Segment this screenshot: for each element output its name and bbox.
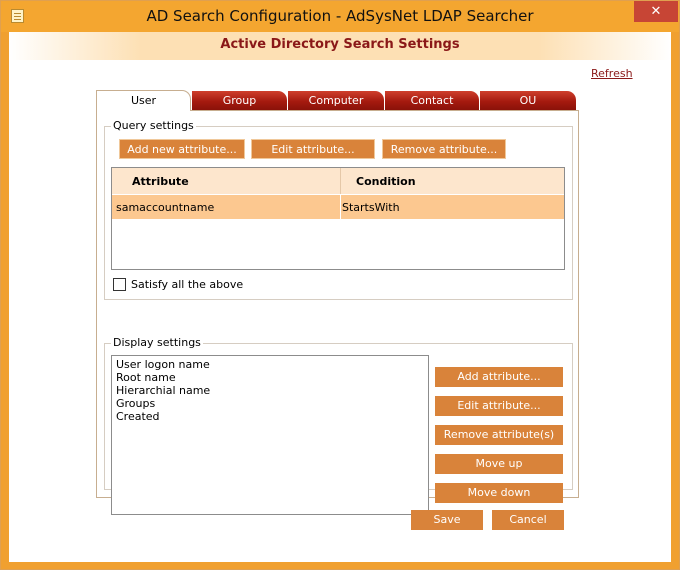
move-down-button[interactable]: Move down xyxy=(435,483,563,503)
list-item[interactable]: Created xyxy=(116,410,160,423)
display-attributes-list[interactable]: User logon name Root name Hierarchial na… xyxy=(111,355,429,515)
edit-attribute-button[interactable]: Edit attribute... xyxy=(251,139,375,159)
list-item[interactable]: Groups xyxy=(116,397,155,410)
query-attributes-grid[interactable]: Attribute Condition samaccountname Start… xyxy=(111,167,565,270)
column-header-condition[interactable]: Condition xyxy=(356,175,416,188)
tab-panel-user: Query settings Add new attribute... Edit… xyxy=(96,110,579,515)
query-settings-label: Query settings xyxy=(111,119,196,132)
cell-attribute: samaccountname xyxy=(116,201,215,214)
close-icon: ✕ xyxy=(650,4,662,19)
satisfy-all-label[interactable]: Satisfy all the above xyxy=(131,278,243,291)
settings-banner: Active Directory Search Settings xyxy=(9,32,671,60)
table-row[interactable]: samaccountname StartsWith xyxy=(112,195,564,219)
tab-user[interactable]: User xyxy=(96,90,191,111)
list-item[interactable]: User logon name xyxy=(116,358,210,371)
display-settings-group: Display settings User logon name Root na… xyxy=(104,336,573,515)
column-header-attribute[interactable]: Attribute xyxy=(132,175,189,188)
query-settings-group: Query settings Add new attribute... Edit… xyxy=(104,119,573,300)
dialog-window: AD Search Configuration - AdSysNet LDAP … xyxy=(0,0,680,570)
add-new-attribute-button[interactable]: Add new attribute... xyxy=(119,139,245,159)
tab-group[interactable]: Group xyxy=(192,91,287,110)
list-item[interactable]: Root name xyxy=(116,371,176,384)
title-bar[interactable]: AD Search Configuration - AdSysNet LDAP … xyxy=(1,1,679,32)
window-title: AD Search Configuration - AdSysNet LDAP … xyxy=(146,7,534,25)
save-button[interactable]: Save xyxy=(411,510,483,530)
page-title: Active Directory Search Settings xyxy=(220,37,460,52)
cancel-button[interactable]: Cancel xyxy=(492,510,564,530)
column-divider[interactable] xyxy=(340,168,341,194)
add-attribute-button[interactable]: Add attribute... xyxy=(435,367,563,387)
display-settings-label: Display settings xyxy=(111,336,203,349)
grid-header: Attribute Condition xyxy=(112,168,564,194)
tab-ou[interactable]: OU xyxy=(480,91,576,110)
dialog-client-area: Active Directory Search Settings Refresh… xyxy=(9,32,671,562)
cell-divider xyxy=(340,195,341,219)
tab-contact[interactable]: Contact xyxy=(385,91,479,110)
remove-attribute-button[interactable]: Remove attribute... xyxy=(382,139,506,159)
satisfy-all-checkbox[interactable] xyxy=(113,278,126,291)
tab-computer[interactable]: Computer xyxy=(288,91,384,110)
cell-condition: StartsWith xyxy=(342,201,400,214)
refresh-link[interactable]: Refresh xyxy=(591,67,633,80)
remove-attributes-button[interactable]: Remove attribute(s) xyxy=(435,425,563,445)
close-button[interactable]: ✕ xyxy=(634,1,678,22)
edit-display-attribute-button[interactable]: Edit attribute... xyxy=(435,396,563,416)
move-up-button[interactable]: Move up xyxy=(435,454,563,474)
list-item[interactable]: Hierarchial name xyxy=(116,384,210,397)
